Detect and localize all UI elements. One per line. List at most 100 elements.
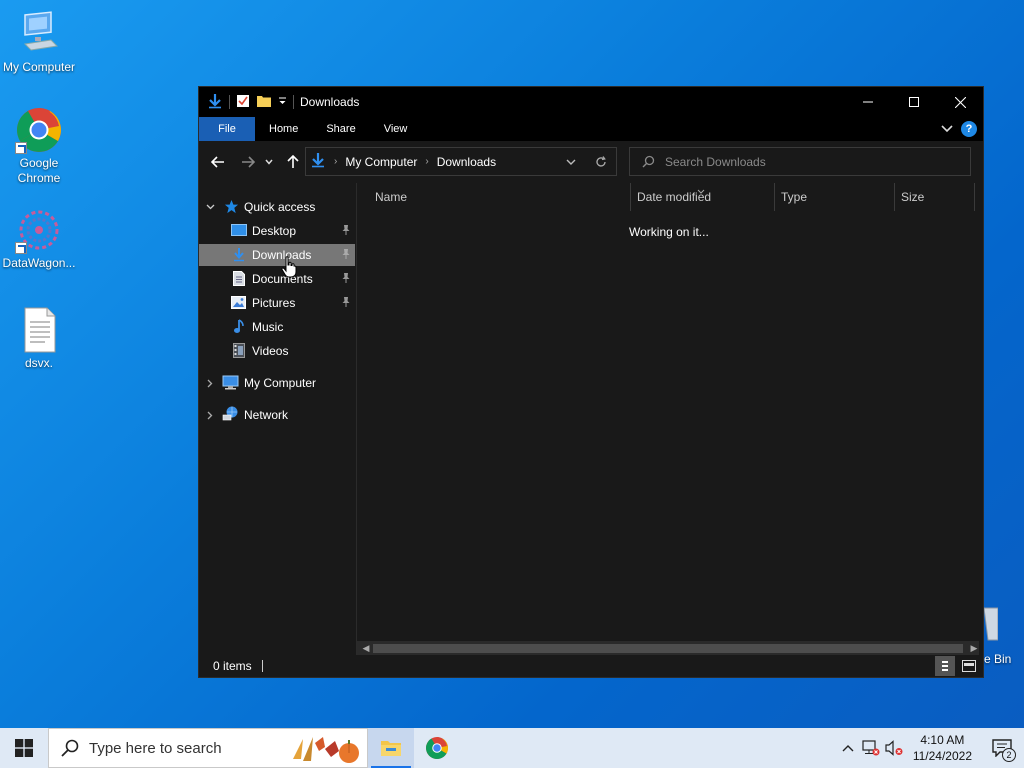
large-icons-view-button[interactable] bbox=[959, 656, 979, 676]
divider bbox=[293, 95, 294, 109]
minimize-button[interactable] bbox=[845, 87, 891, 117]
column-label: Size bbox=[901, 190, 925, 204]
pin-icon[interactable] bbox=[341, 248, 351, 263]
column-label: Type bbox=[781, 190, 808, 204]
close-button[interactable] bbox=[937, 87, 983, 117]
chevron-down-icon[interactable] bbox=[205, 202, 215, 212]
expand-ribbon-button[interactable] bbox=[941, 122, 953, 136]
sidebar-item-label: My Computer bbox=[244, 376, 317, 390]
sidebar-item-videos[interactable]: Videos bbox=[199, 340, 355, 362]
scrollbar-thumb[interactable] bbox=[373, 644, 963, 653]
system-tray: 4:10 AM 11/24/2022 2 bbox=[837, 728, 1024, 768]
refresh-icon bbox=[596, 155, 606, 167]
sidebar-item-label: Network bbox=[244, 408, 289, 422]
navigation-pane[interactable]: Quick access Desktop Downloads Documents… bbox=[199, 183, 357, 655]
scroll-left-button[interactable]: ◀ bbox=[359, 641, 373, 655]
file-explorer-window: Downloads File Home Share View ? › My Co… bbox=[198, 86, 984, 678]
network-status-button[interactable] bbox=[859, 728, 883, 768]
chevron-right-icon[interactable] bbox=[205, 378, 215, 388]
status-bar: 0 items bbox=[199, 655, 983, 677]
column-label: Name bbox=[375, 190, 408, 204]
computer-icon bbox=[15, 10, 63, 58]
download-arrow-icon bbox=[233, 247, 245, 265]
help-button[interactable]: ? bbox=[961, 121, 977, 137]
up-button[interactable] bbox=[281, 150, 305, 174]
taskbar: Type here to search 4:10 AM 11/24/2022 2 bbox=[0, 728, 1024, 768]
breadcrumb-my-computer[interactable]: My Computer bbox=[345, 155, 417, 169]
sidebar-item-documents[interactable]: Documents bbox=[199, 268, 355, 290]
arrow-up-icon bbox=[287, 155, 299, 168]
search-icon bbox=[61, 739, 79, 757]
properties-icon[interactable] bbox=[236, 94, 250, 111]
new-folder-icon[interactable] bbox=[256, 94, 272, 111]
sidebar-item-quick-access[interactable]: Quick access bbox=[199, 196, 355, 218]
column-header-name[interactable]: Name bbox=[357, 183, 631, 211]
pin-icon[interactable] bbox=[341, 296, 351, 311]
explorer-body: Quick access Desktop Downloads Documents… bbox=[199, 183, 983, 655]
details-view-button[interactable] bbox=[935, 656, 955, 676]
pin-icon[interactable] bbox=[341, 272, 351, 287]
file-list-pane[interactable]: Name Date modified Type Size Working on … bbox=[357, 183, 983, 655]
documents-icon bbox=[233, 271, 245, 289]
back-button[interactable] bbox=[206, 150, 230, 174]
refresh-button[interactable] bbox=[590, 148, 612, 175]
sidebar-item-music[interactable]: Music bbox=[199, 316, 355, 338]
sidebar-item-label: Quick access bbox=[244, 200, 316, 214]
taskbar-search-box[interactable]: Type here to search bbox=[48, 728, 368, 768]
sidebar-item-pictures[interactable]: Pictures bbox=[199, 292, 355, 314]
clock[interactable]: 4:10 AM 11/24/2022 bbox=[905, 728, 980, 768]
horizontal-scrollbar[interactable]: ◀ ▶ bbox=[357, 641, 979, 655]
shortcut-arrow-icon bbox=[15, 142, 27, 154]
title-bar[interactable]: Downloads bbox=[199, 87, 983, 117]
desktop-icon-dsvx[interactable]: dsvx. bbox=[0, 306, 78, 371]
recycle-bin-label[interactable]: e Bin bbox=[984, 652, 1011, 666]
loading-message: Working on it... bbox=[629, 225, 709, 239]
volume-button[interactable] bbox=[883, 728, 905, 768]
search-placeholder: Type here to search bbox=[89, 739, 222, 757]
desktop-icon-label: My Computer bbox=[2, 60, 76, 74]
pin-icon[interactable] bbox=[341, 224, 351, 239]
tab-share[interactable]: Share bbox=[312, 117, 369, 141]
chevron-right-icon[interactable] bbox=[205, 410, 215, 420]
sidebar-item-network[interactable]: Network bbox=[199, 404, 355, 426]
recent-locations-button[interactable] bbox=[261, 150, 277, 174]
forward-button[interactable] bbox=[236, 150, 260, 174]
minimize-icon bbox=[863, 101, 873, 103]
search-highlight-autumn-icon bbox=[289, 733, 361, 768]
search-box[interactable]: Search Downloads bbox=[629, 147, 971, 176]
desktop-icon-datawagon[interactable]: DataWagon... bbox=[0, 206, 78, 271]
column-header-date-modified[interactable]: Date modified bbox=[631, 183, 775, 211]
tab-view[interactable]: View bbox=[370, 117, 422, 141]
sidebar-item-label: Desktop bbox=[252, 224, 297, 238]
taskbar-file-explorer[interactable] bbox=[368, 728, 414, 768]
sidebar-item-desktop[interactable]: Desktop bbox=[199, 220, 355, 242]
customize-toolbar-icon[interactable] bbox=[278, 95, 287, 109]
taskbar-google-chrome[interactable] bbox=[414, 728, 460, 768]
column-header-size[interactable]: Size bbox=[895, 183, 975, 211]
divider bbox=[229, 95, 230, 109]
desktop-folder-icon bbox=[231, 224, 247, 240]
navigation-bar: › My Computer › Downloads Search Downloa… bbox=[199, 141, 983, 183]
sort-indicator-icon bbox=[697, 183, 705, 197]
clock-time: 4:10 AM bbox=[920, 733, 965, 747]
address-history-dropdown[interactable] bbox=[560, 148, 582, 175]
start-button[interactable] bbox=[0, 728, 48, 768]
tab-file[interactable]: File bbox=[199, 117, 255, 141]
computer-icon bbox=[222, 375, 239, 393]
download-arrow-icon bbox=[310, 152, 326, 171]
text-file-icon bbox=[15, 306, 63, 354]
action-center-button[interactable]: 2 bbox=[980, 728, 1024, 768]
show-hidden-icons-button[interactable] bbox=[837, 728, 859, 768]
address-bar[interactable]: › My Computer › Downloads bbox=[305, 147, 617, 176]
column-header-type[interactable]: Type bbox=[775, 183, 895, 211]
desktop-icon-my-computer[interactable]: My Computer bbox=[0, 10, 78, 75]
scroll-right-button[interactable]: ▶ bbox=[967, 641, 981, 655]
sidebar-item-label: Videos bbox=[252, 344, 289, 358]
sidebar-item-downloads[interactable]: Downloads bbox=[199, 244, 355, 266]
arrow-right-icon bbox=[242, 156, 255, 168]
tab-home[interactable]: Home bbox=[255, 117, 312, 141]
breadcrumb-downloads[interactable]: Downloads bbox=[437, 155, 496, 169]
maximize-button[interactable] bbox=[891, 87, 937, 117]
desktop-icon-google-chrome[interactable]: Google Chrome bbox=[0, 106, 78, 186]
sidebar-item-my-computer[interactable]: My Computer bbox=[199, 372, 355, 394]
